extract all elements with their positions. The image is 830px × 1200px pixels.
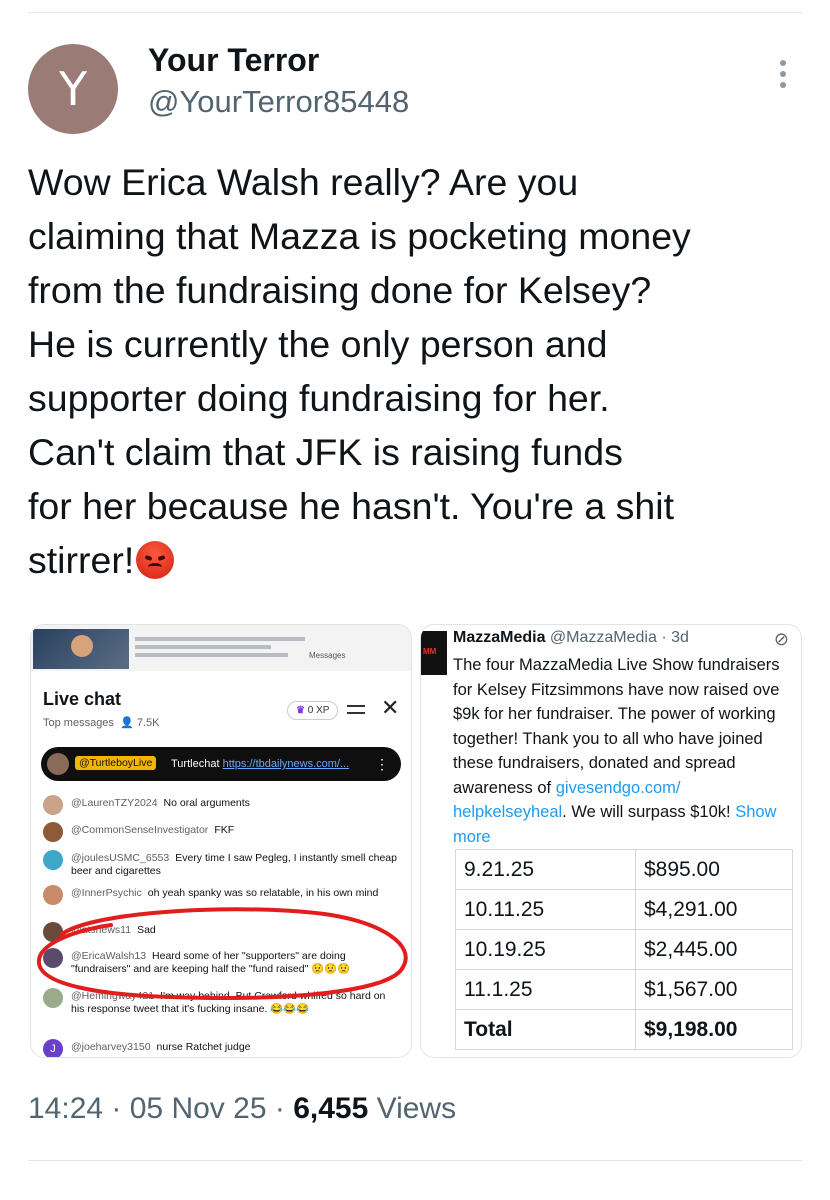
- author-avatar[interactable]: Y: [28, 44, 118, 134]
- media-image-live-chat[interactable]: Messages Live chat Top messages 👤 7.5K ♛…: [30, 624, 412, 1058]
- chat-text: No oral arguments: [163, 797, 250, 809]
- chat-text: oh yeah spanky was so relatable, in his …: [147, 887, 379, 899]
- avatar: J: [43, 1039, 63, 1057]
- author-handle[interactable]: @YourTerror85448: [148, 84, 409, 120]
- sliders-icon: [347, 701, 365, 717]
- total-row: Total $9,198.00: [455, 1009, 793, 1050]
- video-thumbnail: [33, 629, 129, 669]
- more-options-icon[interactable]: [776, 60, 790, 93]
- xp-badge: ♛ 0 XP: [287, 701, 339, 720]
- date-cell: 11.1.25: [455, 969, 636, 1010]
- tweet-text: Wow Erica Walsh really? Are you claiming…: [28, 161, 691, 581]
- media-image-mazza-post[interactable]: MM MazzaMedia @MazzaMedia · 3d ⊘ The fou…: [420, 624, 802, 1058]
- top-divider: [28, 12, 802, 13]
- table-row: 11.1.25 $1,567.00: [455, 969, 793, 1010]
- table-row: 10.11.25 $4,291.00: [455, 889, 793, 930]
- close-icon: ✕: [381, 695, 400, 720]
- blurred-text: [135, 637, 305, 661]
- pinned-text: Turtlechat https://tbdailynews.com/...: [171, 758, 350, 770]
- total-amount: $9,198.00: [635, 1009, 793, 1050]
- red-circle-annotation: [37, 907, 408, 1000]
- date-cell: 10.19.25: [455, 929, 636, 970]
- top-messages-label: Top messages 👤 7.5K: [43, 717, 160, 729]
- date-cell: 9.21.25: [455, 849, 636, 890]
- amount-cell: $1,567.00: [635, 969, 793, 1010]
- amount-cell: $895.00: [635, 849, 793, 890]
- more-icon: ⋮: [375, 756, 389, 772]
- avatar: [43, 850, 63, 870]
- live-chat-title: Live chat: [43, 689, 122, 709]
- pinned-user: @TurtleboyLive: [75, 756, 157, 770]
- chat-text: nurse Ratchet judge: [156, 1041, 251, 1053]
- chat-username: @CommonSenseInvestigator: [71, 824, 209, 836]
- amount-cell: $4,291.00: [635, 889, 793, 930]
- grok-icon: ⊘: [773, 629, 789, 649]
- date-cell: 10.11.25: [455, 889, 636, 930]
- table-row: 10.19.25 $2,445.00: [455, 929, 793, 970]
- avatar: [43, 885, 63, 905]
- mazza-avatar: MM: [421, 631, 447, 675]
- angry-face-icon: [136, 541, 175, 579]
- author-name[interactable]: Your Terror: [148, 42, 319, 79]
- chat-username: @joeharvey3150: [71, 1041, 151, 1053]
- pinned-message: @TurtleboyLive Turtlechat https://tbdail…: [41, 747, 401, 781]
- chat-username: @LaurenTZY2024: [71, 797, 158, 809]
- tweet-meta: 14:24 · 05 Nov 25 · 6,455 Views: [28, 1092, 457, 1125]
- screenshot-header: Messages: [31, 625, 411, 671]
- chat-username: @joulesUSMC_6553: [71, 852, 170, 864]
- table-row: 9.21.25 $895.00: [455, 849, 793, 890]
- amount-cell: $2,445.00: [635, 929, 793, 970]
- total-label: Total: [455, 1009, 636, 1050]
- avatar: [47, 753, 69, 775]
- chat-username: @InnerPsychic: [71, 887, 142, 899]
- avatar-letter: Y: [58, 62, 88, 116]
- bottom-divider: [28, 1160, 802, 1161]
- mazza-header: MazzaMedia @MazzaMedia · 3d: [453, 629, 689, 646]
- tweet-time: 14:24: [28, 1092, 104, 1125]
- mazza-body: The four MazzaMedia Live Show fundraiser…: [453, 656, 780, 846]
- messages-label: Messages: [309, 651, 346, 660]
- tweet-text-block: Wow Erica Walsh really? Are you claiming…: [28, 155, 818, 587]
- fundraiser-table: 9.21.25 $895.00 10.11.25 $4,291.00 10.19.25 $…: [455, 849, 793, 1050]
- view-count: 6,455: [293, 1092, 369, 1125]
- tweet-date: 05 Nov 25: [129, 1092, 267, 1125]
- views-label: Views: [376, 1092, 457, 1125]
- avatar: [43, 795, 63, 815]
- avatar: [43, 822, 63, 842]
- chat-text: FKF: [214, 824, 235, 836]
